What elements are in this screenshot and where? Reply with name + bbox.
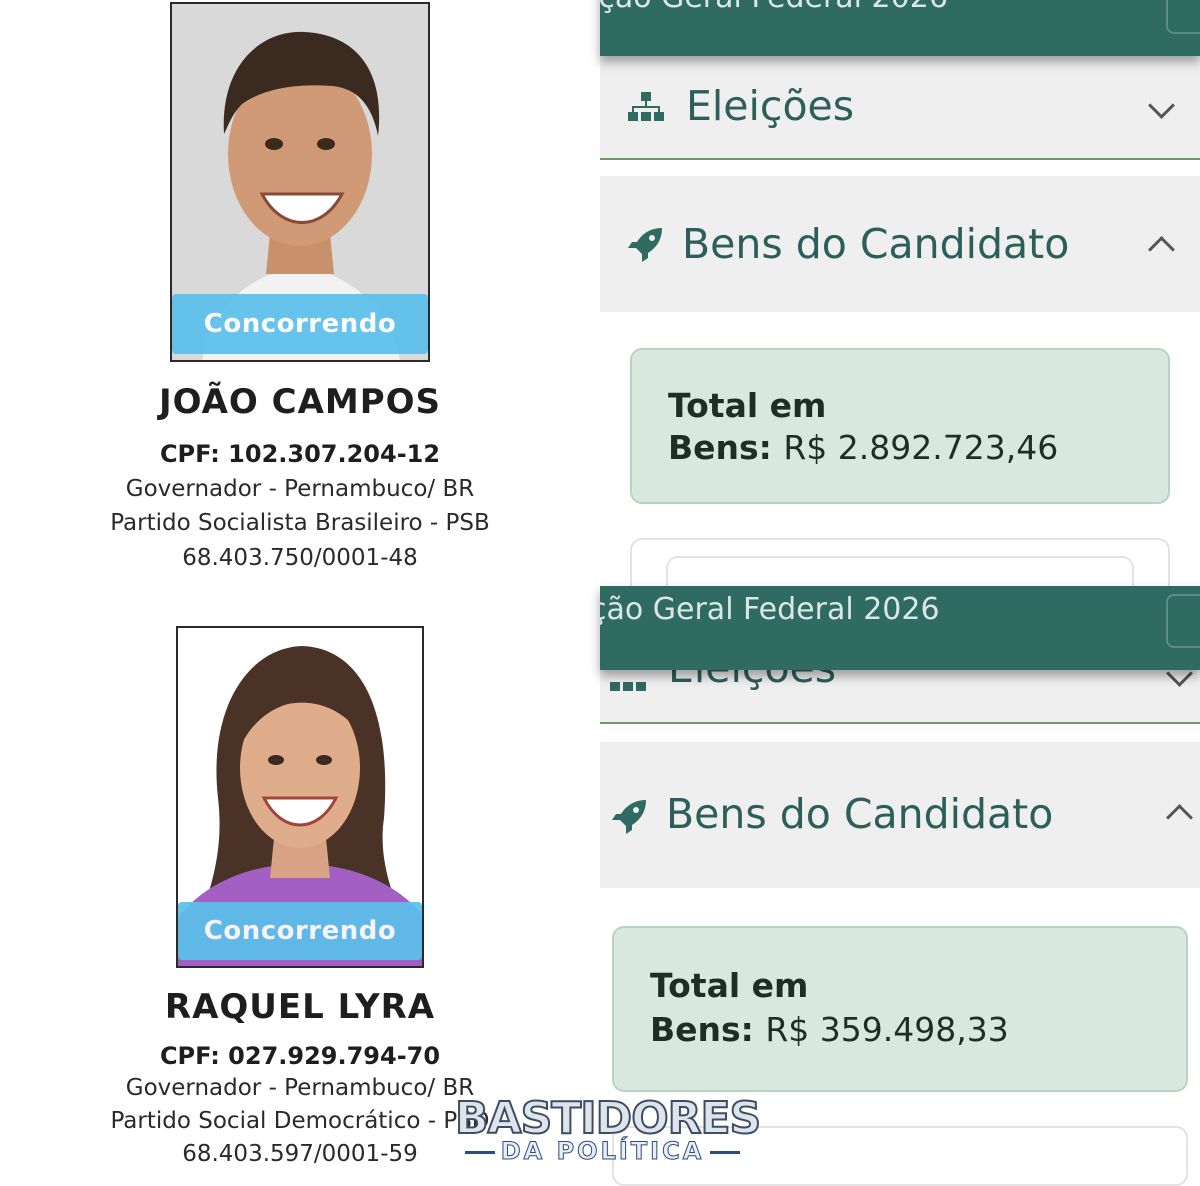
total-assets-label: Total em xyxy=(668,386,827,425)
candidate-photo: Concorrendo xyxy=(170,2,430,362)
candidate-cpf: CPF: 027.929.794-70 xyxy=(159,1042,441,1070)
candidates-column: Concorrendo JOÃO CAMPOS CPF: 102.307.204… xyxy=(0,0,600,1174)
candidate-name: JOÃO CAMPOS xyxy=(158,382,442,422)
candidate-cnpj: 68.403.750/0001-48 xyxy=(182,545,418,571)
total-assets-label-bens: Bens: xyxy=(668,428,772,467)
candidate-photo: Concorrendo xyxy=(176,626,424,968)
panel-header: ção Geral Federal 2026 xyxy=(600,586,1200,670)
watermark-logo: BASTIDORES DA POLÍTICA xyxy=(454,1092,762,1171)
rocket-icon xyxy=(612,798,648,838)
total-assets-line: Bens: R$ 359.498,33 xyxy=(650,1010,1009,1049)
candidate-party: Partido Socialista Brasileiro - PSB xyxy=(110,510,490,536)
total-assets-label: Total em xyxy=(650,966,809,1005)
rocket-icon xyxy=(628,226,664,266)
accordion-assets-label: Bens do Candidato xyxy=(666,790,1054,838)
panel-header-title: ição Geral Federal 2026 xyxy=(600,0,948,15)
accordion-elections-label: Eleições xyxy=(686,82,855,130)
total-assets-line: Bens: R$ 2.892.723,46 xyxy=(668,428,1058,467)
status-badge: Concorrendo xyxy=(172,294,428,354)
divider xyxy=(600,722,1200,724)
candidate-name: RAQUEL LYRA xyxy=(164,987,436,1027)
divider xyxy=(600,158,1200,160)
header-button-edge[interactable] xyxy=(1166,594,1200,648)
chevron-up-icon[interactable] xyxy=(1166,804,1193,831)
status-badge: Concorrendo xyxy=(178,902,422,960)
sitemap-icon xyxy=(628,92,664,126)
chevron-down-icon[interactable] xyxy=(1148,92,1175,119)
total-assets-value: R$ 359.498,33 xyxy=(765,1010,1009,1049)
chevron-up-icon[interactable] xyxy=(1148,236,1175,263)
candidate-cpf: CPF: 102.307.204-12 xyxy=(159,440,441,468)
panel-header-title: ção Geral Federal 2026 xyxy=(600,592,940,627)
panel-header: ição Geral Federal 2026 xyxy=(600,0,1200,56)
accordion-assets[interactable]: Bens do Candidato xyxy=(600,176,1200,312)
accordion-assets[interactable]: Bens do Candidato xyxy=(600,742,1200,888)
total-assets-label-bens: Bens: xyxy=(650,1010,754,1049)
watermark-subtitle: DA POLÍTICA xyxy=(455,1137,750,1166)
accordion-elections[interactable]: Eleições xyxy=(600,56,1200,158)
header-button-edge[interactable] xyxy=(1166,0,1200,34)
candidate-office: Governador - Pernambuco/ BR xyxy=(125,476,475,502)
accordion-assets-label: Bens do Candidato xyxy=(682,220,1070,268)
total-assets-box: Total em Bens: R$ 2.892.723,46 xyxy=(630,348,1170,504)
total-assets-box: Total em Bens: R$ 359.498,33 xyxy=(612,926,1188,1092)
total-assets-value: R$ 2.892.723,46 xyxy=(783,428,1059,467)
